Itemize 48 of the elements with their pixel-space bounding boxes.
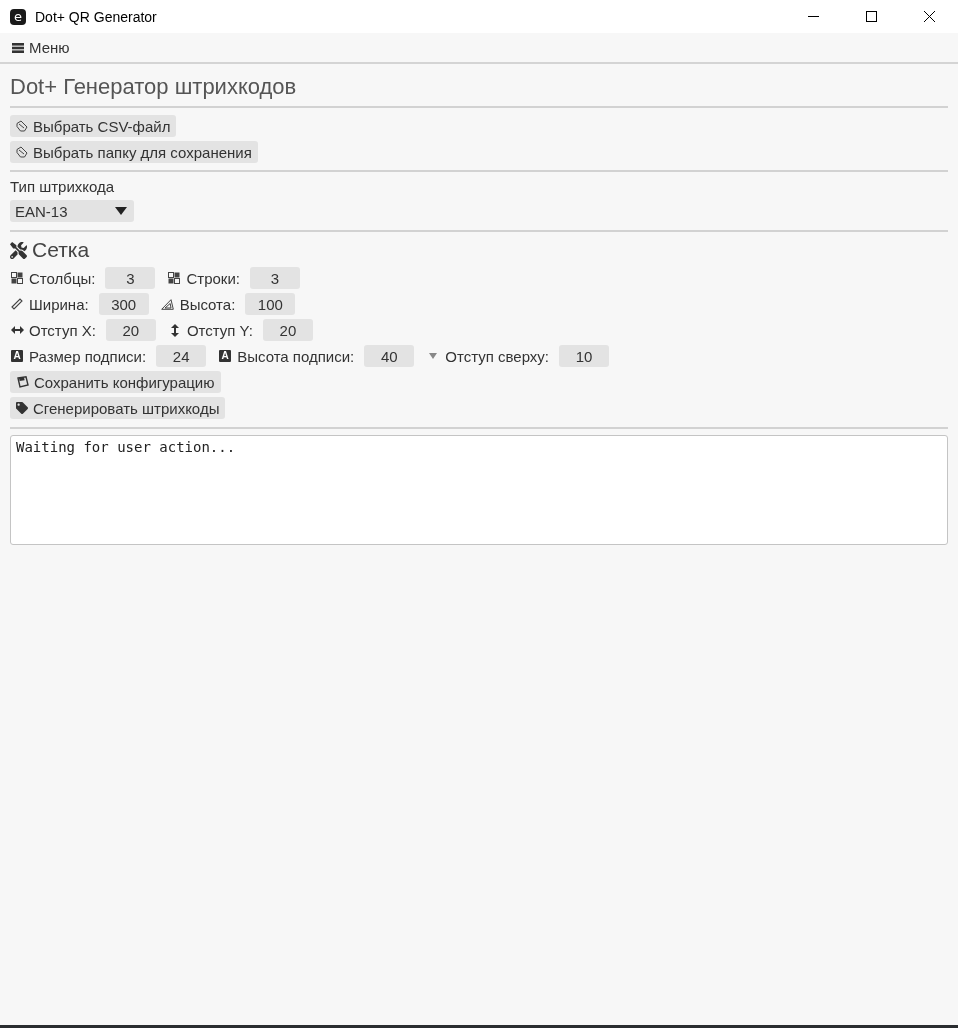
eraser-icon (16, 146, 28, 158)
grid-icon (11, 272, 23, 284)
window-title: Dot+ QR Generator (35, 8, 158, 25)
field-label: Столбцы: (29, 269, 96, 287)
number-field[interactable]: 100 (245, 293, 296, 315)
save-config-button[interactable]: Сохранить конфигурацию (10, 371, 221, 393)
number-field[interactable]: 3 (249, 267, 300, 289)
letter-icon: A (219, 350, 232, 362)
grid-icon (168, 272, 181, 284)
menu-button[interactable]: Меню (12, 39, 70, 56)
number-field[interactable]: 10 (559, 345, 609, 367)
eraser-icon (16, 120, 28, 132)
caret-icon (429, 353, 438, 359)
app-logo: e (10, 8, 26, 25)
generate-button[interactable]: Сгенерировать штрихкоды (10, 397, 226, 419)
choose-folder-button[interactable]: Выбрать папку для сохранения (10, 141, 258, 163)
field-label: Ширина: (29, 295, 89, 313)
field-label: Строки: (186, 269, 240, 287)
field-label: Высота: (179, 295, 236, 313)
field-label: Отступ X: (29, 321, 96, 339)
ruler-icon (11, 298, 23, 310)
field-label: Тип штрихкода (10, 177, 116, 197)
horizontal-arrows-icon (10, 326, 24, 334)
number-field[interactable]: 300 (98, 293, 149, 315)
number-field[interactable]: 20 (262, 319, 313, 341)
choose-file-button[interactable]: Выбрать CSV-файл (10, 115, 177, 137)
number-field[interactable]: 40 (364, 345, 415, 367)
floppy-icon (16, 376, 29, 388)
barcode-type-dropdown[interactable]: EAN-13 (10, 200, 134, 222)
letter-icon: A (11, 350, 23, 362)
minimize-icon (807, 16, 819, 17)
field-label: Отступ сверху: (445, 347, 549, 365)
tag-icon (16, 402, 28, 414)
log-field[interactable]: Waiting for user action... (10, 435, 948, 545)
menu-icon (12, 42, 24, 53)
field-label: Размер подписи: (29, 347, 147, 365)
tools-icon (10, 241, 27, 259)
number-field[interactable]: 24 (156, 345, 207, 367)
page-heading: Dot+ Генератор штрихкодов (10, 73, 298, 101)
maximize-icon (865, 11, 877, 22)
field-label: Высота подписи: (237, 347, 355, 365)
close-icon (923, 11, 935, 22)
number-field[interactable]: 20 (105, 319, 156, 341)
field-label: Отступ Y: (186, 321, 253, 339)
caret-icon (115, 207, 127, 215)
vertical-arrows-icon (170, 323, 179, 337)
section-heading: Сетка (32, 238, 90, 262)
number-field[interactable]: 3 (105, 267, 156, 289)
